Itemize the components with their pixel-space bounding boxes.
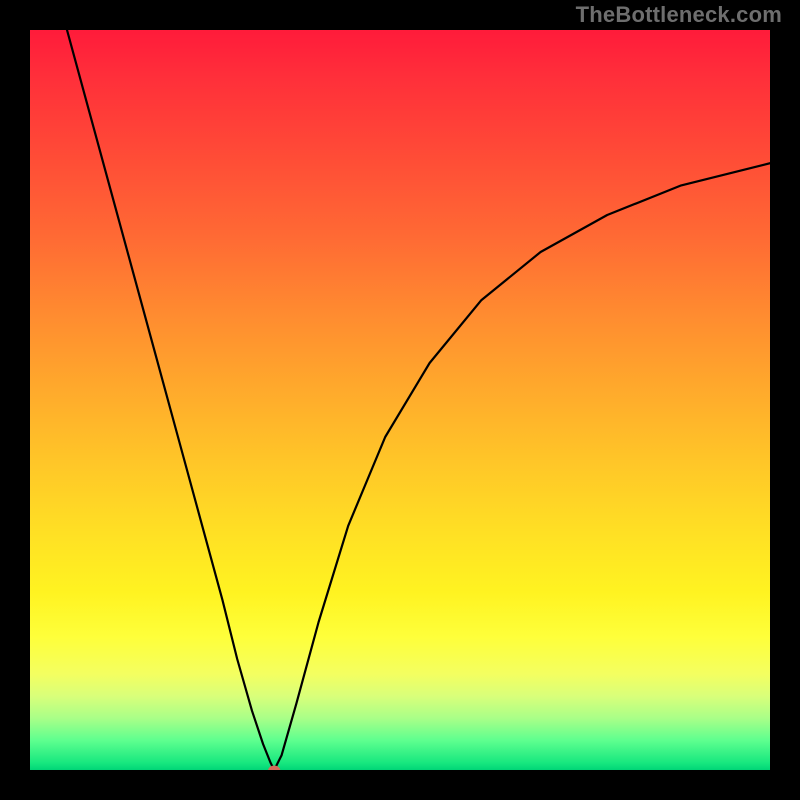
plot-area: [30, 30, 770, 770]
min-marker: [268, 766, 280, 771]
chart-frame: TheBottleneck.com: [0, 0, 800, 800]
curve-left-branch: [67, 30, 274, 770]
curve-layer: [30, 30, 770, 770]
watermark-text: TheBottleneck.com: [576, 2, 782, 28]
curve-right-branch: [274, 163, 770, 770]
